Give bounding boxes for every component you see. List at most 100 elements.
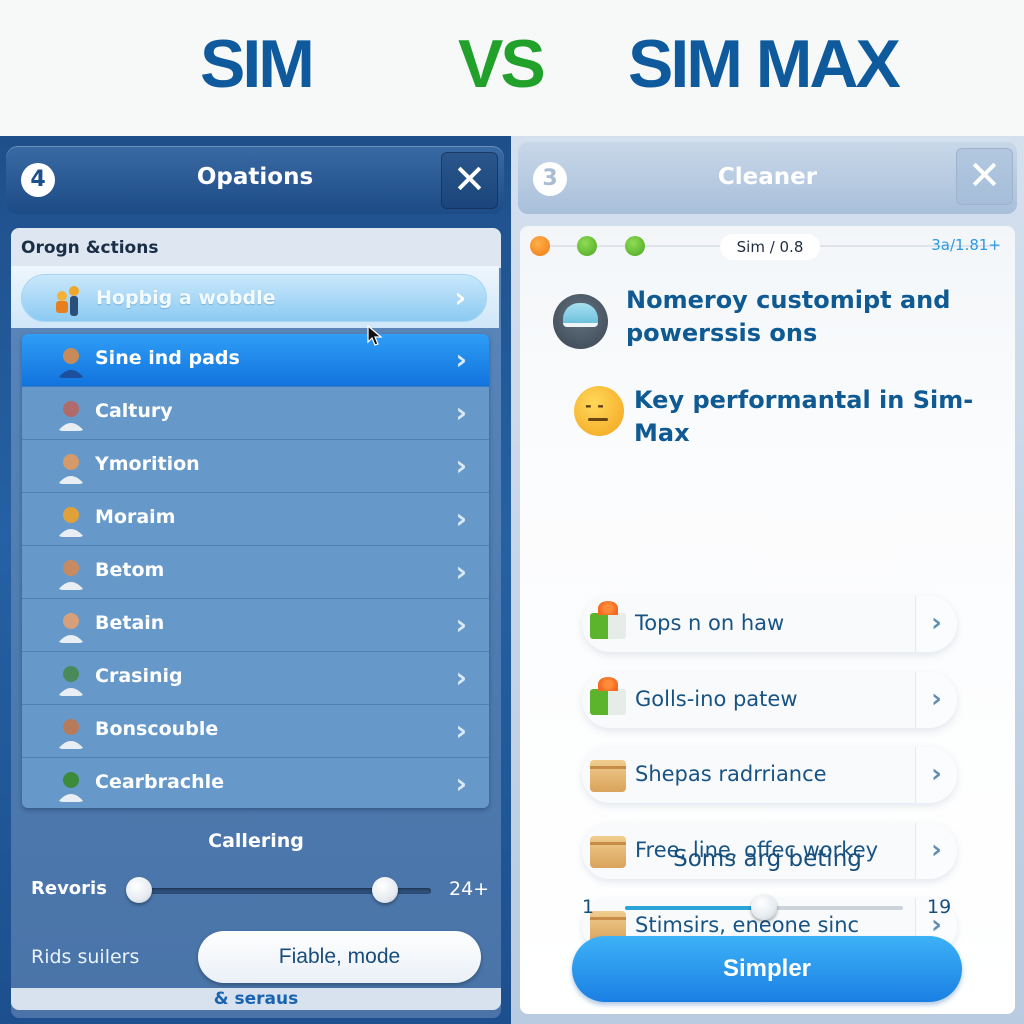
- helmet-icon: [553, 294, 608, 349]
- list-item-label: Sine ind pads: [95, 347, 240, 369]
- people-icon: [56, 286, 79, 316]
- vs-label: VS: [458, 26, 546, 102]
- list-item[interactable]: Moraim ›: [22, 493, 489, 546]
- sim-max-title: SIM MAX: [628, 26, 901, 102]
- avatar-portrait-icon: [58, 772, 84, 802]
- panel-title: Cleaner: [717, 164, 818, 190]
- chevron-right-icon: ›: [455, 555, 467, 588]
- range-slider-high-handle[interactable]: [372, 877, 399, 903]
- avatar-reclining-icon: [58, 560, 84, 590]
- chevron-right-icon: ›: [454, 281, 466, 314]
- chevron-right-icon: ›: [455, 449, 467, 482]
- close-icon: ✕: [967, 153, 1002, 199]
- slider-title: Soms arg beting: [673, 846, 862, 872]
- list-item[interactable]: Ymorition ›: [22, 440, 489, 493]
- options-body: Orogn &ctions Hopbig a wobdle › Sine ind…: [11, 228, 501, 1018]
- step-dot-green: [577, 236, 597, 256]
- chevron-right-icon: ›: [455, 502, 467, 535]
- sim-panel-header: 4 Opations ✕: [6, 146, 504, 214]
- option-chevron-button[interactable]: ›: [915, 747, 957, 803]
- list-item-label: Bonscouble: [95, 718, 219, 740]
- range-slider-value: 24+: [449, 878, 490, 900]
- avatar-couple-icon: [58, 401, 84, 431]
- list-item[interactable]: Cearbrachle ›: [22, 758, 489, 808]
- option-item[interactable]: Tops n on haw ›: [582, 596, 957, 652]
- option-label: Stimsirs, eneone sinc: [635, 913, 860, 937]
- list-item-label: Betain: [95, 612, 165, 634]
- ratio-readout: 3a/1.81+: [931, 236, 1001, 254]
- list-item-label: Moraim: [95, 506, 176, 528]
- sim-version-pill: Sim / 0.8: [720, 234, 820, 260]
- option-item[interactable]: Golls-ino patew ›: [582, 671, 957, 728]
- list-item-label: Cearbrachle: [95, 771, 225, 793]
- section-heading: Orogn &ctions: [11, 228, 501, 268]
- option-label: Golls-ino patew: [635, 686, 798, 711]
- option-label: Shepas radrriance: [635, 762, 827, 786]
- range-slider-low-handle[interactable]: [126, 877, 152, 903]
- step-dot-orange: [530, 236, 550, 256]
- gift-icon: [590, 601, 626, 639]
- avatar-lion-icon: [58, 507, 84, 537]
- list-item[interactable]: Caltury ›: [22, 387, 489, 440]
- list-item[interactable]: Crasinig ›: [22, 652, 489, 705]
- chevron-right-icon: ›: [455, 608, 467, 641]
- chevron-right-icon: ›: [455, 661, 467, 694]
- chevron-right-icon: ›: [455, 714, 467, 747]
- avatar-globe-icon: [58, 666, 84, 696]
- highlighted-row: Hopbig a wobdle ›: [11, 266, 499, 328]
- feature-heading: Nomeroy customipt and powerssis ons: [626, 286, 951, 347]
- step-dot-green: [625, 236, 645, 256]
- list-item-label: Betom: [95, 559, 165, 581]
- avatar-man-icon: [58, 348, 84, 378]
- comparison-header: SIM VS SIM MAX: [0, 0, 1024, 136]
- chevron-right-icon: ›: [455, 343, 467, 376]
- highlighted-item-label: Hopbig a wobdle: [96, 287, 276, 309]
- chevron-right-icon: ›: [455, 396, 467, 429]
- list-item[interactable]: Betain ›: [22, 599, 489, 652]
- list-item-label: Ymorition: [95, 453, 200, 475]
- list-item[interactable]: Sine ind pads ›: [22, 334, 489, 387]
- range-slider[interactable]: [126, 877, 431, 903]
- value-slider[interactable]: [625, 894, 903, 920]
- mode-button[interactable]: Fiable, mode: [198, 931, 481, 983]
- options-list: Sine ind pads › Caltury › Ymorition › Moraim › B…: [22, 334, 489, 808]
- avatar-man-icon: [58, 719, 84, 749]
- list-item-label: Caltury: [95, 400, 173, 422]
- gift-icon: [590, 676, 626, 715]
- panel-title: Opations: [196, 164, 314, 190]
- mode-label: Rids suilers: [31, 946, 140, 968]
- sim-panel: 4 Opations ✕ Orogn &ctions Hopbig a wobd…: [0, 136, 511, 1024]
- footer-link[interactable]: & seraus: [11, 988, 501, 1010]
- slider-fill: [625, 906, 764, 910]
- simpler-button[interactable]: Simpler: [572, 936, 962, 1002]
- list-item[interactable]: Betom ›: [22, 546, 489, 599]
- chevron-right-icon: ›: [931, 608, 942, 638]
- option-item[interactable]: Shepas radrriance ›: [582, 747, 957, 803]
- option-chevron-button[interactable]: ›: [915, 671, 957, 728]
- slider-handle[interactable]: [751, 894, 777, 920]
- confused-emoji-icon: [574, 386, 624, 436]
- box-icon: [590, 760, 626, 792]
- option-label: Tops n on haw: [635, 611, 785, 635]
- mouse-cursor-icon: [367, 325, 383, 346]
- calibration-title: Callering: [208, 830, 304, 852]
- sim-max-panel: 3 Cleaner ✕ Sim / 0.8 3a/1.81+ Nomeroy c…: [511, 136, 1024, 1024]
- sim-max-panel-header: 3 Cleaner ✕: [518, 142, 1017, 214]
- chevron-right-icon: ›: [931, 683, 942, 714]
- list-item[interactable]: Bonscouble ›: [22, 705, 489, 758]
- sim-title: SIM: [200, 26, 315, 102]
- range-slider-label: Revoris: [31, 878, 107, 899]
- slider-min: 1: [582, 896, 595, 918]
- close-button[interactable]: ✕: [956, 148, 1013, 205]
- cleaner-body: Sim / 0.8 3a/1.81+ Nomeroy customipt and…: [520, 226, 1015, 1014]
- avatar-man-icon: [58, 613, 84, 643]
- performance-heading: Key performantal in Sim-Max: [634, 386, 974, 447]
- close-icon: ✕: [452, 157, 487, 203]
- slider-max: 19: [927, 896, 952, 918]
- highlighted-item[interactable]: Hopbig a wobdle ›: [21, 274, 487, 322]
- chevron-right-icon: ›: [455, 767, 467, 800]
- option-chevron-button[interactable]: ›: [915, 596, 957, 652]
- avatar-woman-icon: [58, 454, 84, 484]
- chevron-right-icon: ›: [931, 759, 942, 789]
- close-button[interactable]: ✕: [441, 152, 498, 209]
